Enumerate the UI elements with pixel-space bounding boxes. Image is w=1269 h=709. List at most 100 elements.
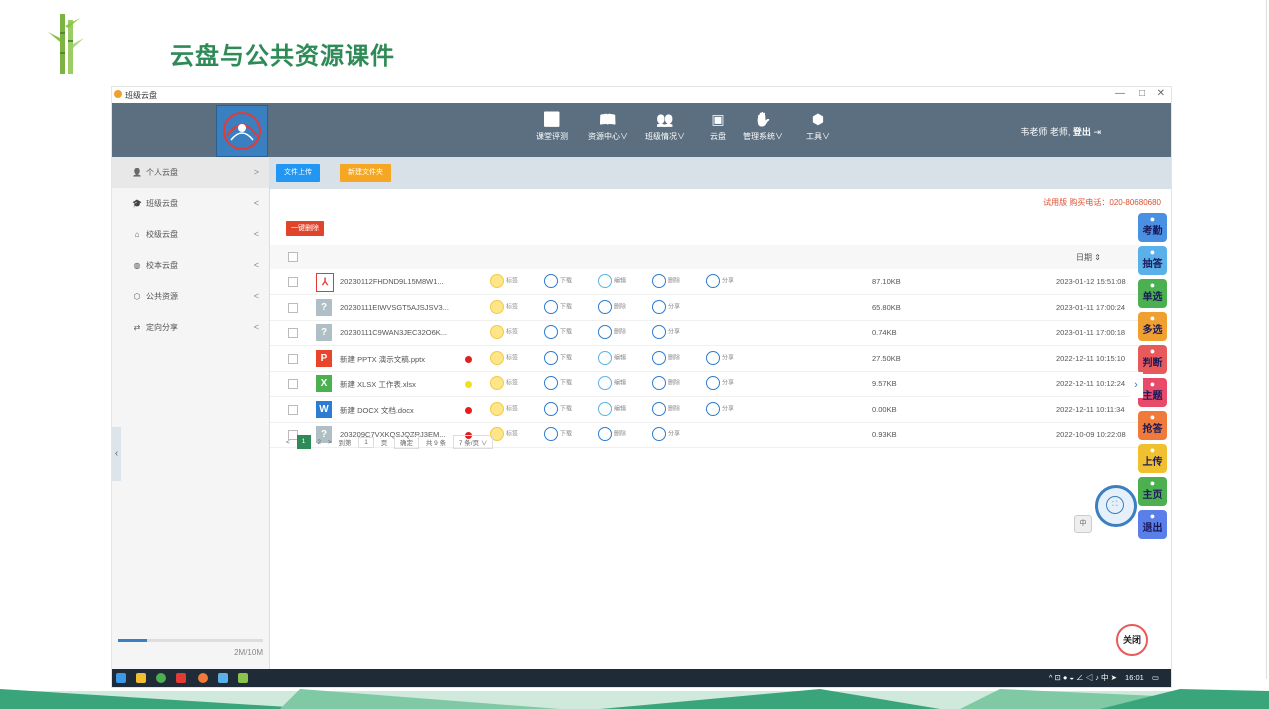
edit-button[interactable]: 编辑 (598, 376, 626, 390)
delete-button[interactable]: 删除 (598, 299, 626, 314)
download-button[interactable]: 下载 (544, 427, 572, 441)
tool-7-button[interactable]: ● 上传 (1138, 444, 1167, 473)
file-name[interactable]: 20230111EIWVSGT5AJSJSV3... (340, 303, 460, 312)
cloud-app-icon[interactable] (218, 673, 228, 683)
logout-icon[interactable]: ⇥ (1093, 127, 1101, 137)
upload-file-button[interactable]: 文件上传 (276, 164, 320, 182)
nav-item-1[interactable]: 📖 资源中心∨ (582, 109, 634, 153)
select-all-checkbox[interactable] (288, 252, 298, 262)
screenshot-float-button[interactable]: ⛶ (1095, 485, 1137, 527)
tool-3-button[interactable]: ● 多选 (1138, 312, 1167, 341)
row-checkbox[interactable] (288, 302, 298, 313)
share-button[interactable]: 分享 (652, 325, 680, 339)
tool-8-button[interactable]: ● 主页 (1138, 477, 1167, 506)
download-button[interactable]: 下载 (544, 401, 572, 416)
row-checkbox[interactable] (288, 353, 298, 364)
file-name[interactable]: 新建 DOCX 文档.docx (340, 405, 460, 416)
notification-icon[interactable]: ▭ (1152, 673, 1159, 682)
file-name[interactable]: 20230112FHDND9L15M8W1... (340, 277, 460, 286)
tool-9-button[interactable]: ● 退出 (1138, 510, 1167, 539)
share-button[interactable]: 分享 (706, 274, 734, 288)
logout-link[interactable]: 登出 (1073, 127, 1091, 137)
page-1-button[interactable]: 1 (296, 435, 311, 449)
delete-button[interactable]: 删除 (598, 427, 626, 441)
share-label: 分享 (722, 355, 735, 362)
share-button[interactable]: 分享 (652, 427, 680, 441)
per-page-select[interactable]: 7 条/页 ∨ (452, 435, 494, 449)
share-button[interactable]: 分享 (706, 350, 735, 365)
people-icon: 👥 (656, 111, 674, 127)
next-page-button[interactable]: > (328, 439, 332, 446)
file-explorer-icon[interactable] (136, 673, 146, 683)
download-button[interactable]: 下载 (544, 274, 572, 288)
close-window-button[interactable]: ✕ (1157, 88, 1165, 99)
new-folder-button[interactable]: 新建文件夹 (340, 164, 391, 182)
nav-item-5[interactable]: ⬢ 工具∨ (792, 109, 844, 153)
app-icon[interactable] (198, 673, 208, 683)
delete-button[interactable]: 删除 (652, 376, 680, 390)
delete-button[interactable]: 删除 (652, 274, 680, 288)
row-checkbox[interactable] (288, 328, 298, 338)
tool-2-button[interactable]: ● 单选 (1138, 279, 1167, 308)
download-button[interactable]: 下载 (544, 299, 572, 314)
row-checkbox[interactable] (288, 379, 298, 389)
tag-button[interactable]: 标签 (490, 274, 518, 288)
delete-button[interactable]: 删除 (652, 350, 680, 365)
nav-item-0[interactable]: ✅ 课堂评测 (526, 109, 578, 153)
file-name[interactable]: 新建 PPTX 演示文稿.pptx (340, 354, 460, 365)
row-checkbox[interactable] (288, 404, 298, 415)
sidebar-collapse-button[interactable]: ‹ (112, 427, 121, 481)
tag-button[interactable]: 标签 (490, 325, 518, 339)
right-expand-button[interactable]: › (1129, 372, 1143, 398)
delete-all-button[interactable]: 一键删除 (286, 221, 324, 236)
tool-0-button[interactable]: ● 考勤 (1138, 213, 1167, 242)
sidebar-item-3[interactable]: ◍ 校本云盘 < (112, 250, 269, 281)
delete-button[interactable]: 删除 (598, 325, 626, 339)
sidebar-item-2[interactable]: ⌂ 校级云盘 < (112, 219, 269, 250)
share-button[interactable]: 分享 (706, 401, 734, 416)
edit-button[interactable]: 编辑 (598, 401, 626, 416)
tray-icons[interactable]: ^ ⊡ ● ◒ ∠ ◁ ♪ 中 ➤ (1049, 673, 1117, 682)
tag-button[interactable]: 标签 (490, 401, 518, 416)
school-logo[interactable] (216, 105, 268, 157)
tag-button[interactable]: 标签 (490, 350, 518, 365)
wps-icon[interactable] (176, 673, 186, 683)
tag-label: 标签 (506, 380, 519, 387)
file-name[interactable]: 新建 XLSX 工作表.xlsx (340, 379, 460, 390)
download-button[interactable]: 下载 (544, 325, 572, 339)
download-button[interactable]: 下载 (544, 350, 572, 365)
download-button[interactable]: 下载 (544, 376, 572, 390)
share-button[interactable]: 分享 (706, 376, 734, 390)
windows-start-icon[interactable] (116, 673, 126, 683)
file-name[interactable]: 20230111C9WAN3JEC32O6K... (340, 328, 460, 337)
edit-button[interactable]: 编辑 (598, 274, 626, 288)
prev-page-button[interactable]: < (286, 439, 290, 446)
delete-button[interactable]: 删除 (652, 401, 680, 416)
maximize-button[interactable]: □ (1139, 88, 1145, 99)
tag-button[interactable]: 标签 (490, 299, 518, 314)
sidebar-item-5[interactable]: ⇄ 定向分享 < (112, 312, 269, 343)
sidebar-item-1[interactable]: 🎓 班级云盘 < (112, 188, 269, 219)
sidebar-item-0[interactable]: 👤 个人云盘 > (112, 157, 269, 188)
app-logo-icon (114, 90, 122, 98)
tool-1-button[interactable]: ● 抽答 (1138, 246, 1167, 275)
page-2-button[interactable]: 2 (317, 439, 321, 446)
goto-page-input[interactable]: 1 (358, 436, 374, 448)
tool-6-button[interactable]: ● 抢答 (1138, 411, 1167, 440)
input-method-icon[interactable]: 中 (1074, 515, 1092, 533)
share-button[interactable]: 分享 (652, 299, 680, 314)
nav-item-2[interactable]: 👥 班级情况∨ (639, 109, 691, 153)
edit-button[interactable]: 编辑 (598, 350, 626, 365)
browser-icon[interactable] (156, 673, 166, 683)
close-tools-button[interactable]: 关闭 (1116, 624, 1148, 656)
tag-button[interactable]: 标签 (490, 376, 518, 390)
sidebar-item-4[interactable]: ⬡ 公共资源 < (112, 281, 269, 312)
row-checkbox[interactable] (288, 277, 298, 287)
minimize-button[interactable]: — (1115, 88, 1125, 99)
tool-label: 多选 (1142, 325, 1163, 336)
goto-confirm-button[interactable]: 确定 (394, 435, 420, 449)
media-app-icon[interactable] (238, 673, 248, 683)
nav-item-4[interactable]: ✋ 管理系统∨ (737, 109, 789, 153)
date-column-header[interactable]: 日期 ⇕ (1076, 252, 1101, 263)
tool-4-button[interactable]: ● 判断 (1138, 345, 1167, 374)
